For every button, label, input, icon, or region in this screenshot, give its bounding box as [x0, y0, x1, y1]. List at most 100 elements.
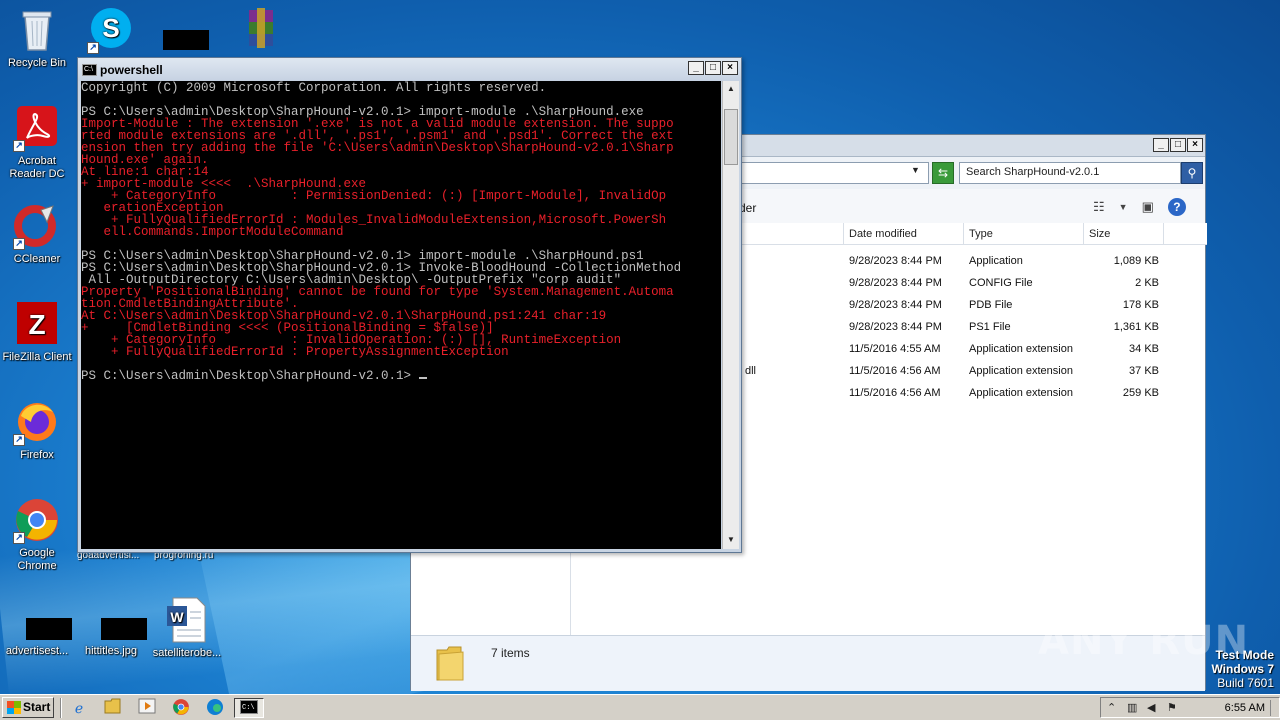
- redacted-thumbnail-icon: [87, 612, 147, 642]
- desktop-icon-recycle-bin[interactable]: Recycle Bin: [0, 6, 74, 70]
- desktop-icon-label: Acrobat Reader DC: [9, 155, 65, 180]
- desktop-icon-skype[interactable]: S ↗: [74, 6, 148, 57]
- powershell-taskbar-icon[interactable]: C:\: [234, 698, 264, 718]
- redacted-thumbnail-icon: [13, 612, 72, 642]
- console-prompt[interactable]: PS C:\Users\admin\Desktop\SharpHound-v2.…: [81, 370, 721, 382]
- file-row[interactable]: dll 11/5/2016 4:56 AM Application extens…: [741, 361, 1207, 383]
- desktop-icon-filezilla[interactable]: Z FileZilla Client: [0, 300, 74, 364]
- clock[interactable]: 6:55 AM: [1225, 702, 1265, 714]
- system-tray: ⌃ ▥ ◀ ⚑ 6:55 AM: [1100, 697, 1280, 718]
- column-headers: Date modified Type Size: [741, 223, 1207, 245]
- desktop-icon-hittitles[interactable]: hittitles.jpg: [74, 612, 148, 658]
- action-center-flag-icon[interactable]: ⚑: [1167, 701, 1177, 714]
- taskbar: Start ℯ C:\ ⌃ ▥ ◀ ⚑ 6:55 AM: [0, 694, 1280, 720]
- desktop-icon-satelliterobe[interactable]: W satelliterobe...: [150, 596, 224, 660]
- console-line: Copyright (C) 2009 Microsoft Corporation…: [81, 81, 547, 95]
- prompt-text: PS C:\Users\admin\Desktop\SharpHound-v2.…: [81, 369, 419, 383]
- minimize-button[interactable]: _: [1153, 138, 1169, 152]
- firefox-icon: ↗: [13, 398, 61, 446]
- console-icon: C:\: [82, 64, 97, 76]
- desktop-icon-label: Recycle Bin: [7, 57, 67, 69]
- network-icon[interactable]: ▥: [1127, 701, 1137, 714]
- svg-text:S: S: [102, 13, 119, 43]
- desktop-icon-acrobat[interactable]: ↗ Acrobat Reader DC: [0, 104, 74, 181]
- maximize-button[interactable]: □: [705, 61, 721, 75]
- search-icon[interactable]: ⚲: [1181, 162, 1203, 184]
- media-player-icon[interactable]: [136, 698, 158, 718]
- column-header-size[interactable]: Size: [1083, 223, 1163, 245]
- maximize-button[interactable]: □: [1170, 138, 1186, 152]
- window-title: powershell: [100, 63, 163, 77]
- filezilla-icon: Z: [13, 300, 61, 348]
- shortcut-arrow-icon: ↗: [13, 532, 25, 544]
- scrollbar-thumb[interactable]: [724, 109, 738, 165]
- folder-icon: [435, 642, 465, 682]
- test-mode-notice: Test Mode Windows 7 Build 7601: [1211, 648, 1274, 690]
- file-row[interactable]: 11/5/2016 4:56 AM Application extension …: [741, 383, 1207, 405]
- file-explorer-icon[interactable]: [102, 698, 124, 718]
- volume-icon[interactable]: ◀: [1147, 701, 1155, 714]
- word-document-icon: W: [163, 596, 211, 644]
- scroll-up-icon[interactable]: ▲: [724, 82, 738, 96]
- powershell-window[interactable]: C:\ powershell _ □ × Copyright (C) 2009 …: [77, 57, 742, 553]
- desktop-icon-label: Google Chrome: [17, 547, 57, 572]
- chevron-down-icon[interactable]: ▼: [911, 165, 920, 175]
- vertical-scrollbar[interactable]: ▲ ▼: [722, 81, 739, 549]
- column-header-type[interactable]: Type: [963, 223, 1083, 245]
- shortcut-arrow-icon: ↗: [87, 42, 99, 54]
- desktop-icon-chrome[interactable]: ↗ Google Chrome: [0, 496, 74, 573]
- close-button[interactable]: ×: [722, 61, 738, 75]
- recycle-bin-icon: [13, 6, 61, 54]
- desktop-icon-winrar[interactable]: [224, 6, 298, 57]
- chevron-up-icon[interactable]: ⌃: [1107, 701, 1116, 714]
- file-row[interactable]: 9/28/2023 8:44 PM Application 1,089 KB: [741, 251, 1207, 273]
- desktop-icon-label: advertisest...: [5, 645, 69, 657]
- redacted-icon: [163, 30, 209, 50]
- text-cursor: [418, 377, 427, 379]
- desktop-icon-advertisest[interactable]: advertisest...: [0, 612, 74, 658]
- chrome-icon: ↗: [13, 496, 61, 544]
- chevron-down-icon[interactable]: ▼: [1119, 202, 1128, 212]
- desktop-icon-label: satelliterobe...: [152, 647, 222, 659]
- desktop-icon-label: CCleaner: [13, 253, 61, 265]
- column-header-date[interactable]: Date modified: [843, 223, 963, 245]
- internet-explorer-icon[interactable]: ℯ: [68, 698, 90, 718]
- desktop-icon-label: hittitles.jpg: [85, 645, 137, 657]
- search-input[interactable]: Search SharpHound-v2.0.1: [959, 162, 1181, 184]
- view-options-icon[interactable]: ☷: [1093, 199, 1105, 215]
- desktop-icon-label: FileZilla Client: [2, 351, 72, 363]
- console-line: ell.Commands.ImportModuleCommand: [81, 225, 344, 239]
- start-button[interactable]: Start: [2, 697, 54, 718]
- file-row[interactable]: 9/28/2023 8:44 PM CONFIG File 2 KB: [741, 273, 1207, 295]
- refresh-button[interactable]: ⇆: [932, 162, 954, 184]
- desktop-icon-firefox[interactable]: ↗ Firefox: [0, 398, 74, 462]
- preview-pane-icon[interactable]: ▣: [1142, 199, 1154, 215]
- desktop-icon-ccleaner[interactable]: ↗ CCleaner: [0, 202, 74, 266]
- skype-icon: S ↗: [87, 6, 135, 54]
- svg-text:C:\: C:\: [242, 704, 255, 712]
- chrome-taskbar-icon[interactable]: [170, 698, 192, 718]
- shortcut-arrow-icon: ↗: [13, 140, 25, 152]
- ccleaner-icon: ↗: [13, 202, 61, 250]
- help-icon[interactable]: ?: [1167, 198, 1186, 216]
- file-row[interactable]: 11/5/2016 4:55 AM Application extension …: [741, 339, 1207, 361]
- edge-icon[interactable]: [204, 698, 226, 718]
- acrobat-icon: ↗: [13, 104, 61, 152]
- item-count: 7 items: [491, 646, 530, 660]
- show-desktop-button[interactable]: [1270, 700, 1278, 716]
- svg-text:Z: Z: [28, 309, 45, 340]
- scroll-down-icon[interactable]: ▼: [724, 533, 738, 547]
- file-row[interactable]: 9/28/2023 8:44 PM PS1 File 1,361 KB: [741, 317, 1207, 339]
- close-button[interactable]: ×: [1187, 138, 1203, 152]
- shortcut-arrow-icon: ↗: [13, 434, 25, 446]
- winrar-icon: [237, 6, 285, 54]
- powershell-titlebar[interactable]: C:\ powershell _ □ ×: [78, 58, 741, 81]
- svg-text:W: W: [170, 609, 184, 625]
- desktop-icon-label: Firefox: [20, 449, 54, 461]
- file-row[interactable]: 9/28/2023 8:44 PM PDB File 178 KB: [741, 295, 1207, 317]
- console-line: + FullyQualifiedErrorId : PropertyAssign…: [81, 345, 509, 359]
- minimize-button[interactable]: _: [688, 61, 704, 75]
- shortcut-arrow-icon: ↗: [13, 238, 25, 250]
- windows-logo-icon: [7, 701, 21, 714]
- console-output[interactable]: Copyright (C) 2009 Microsoft Corporation…: [81, 81, 721, 549]
